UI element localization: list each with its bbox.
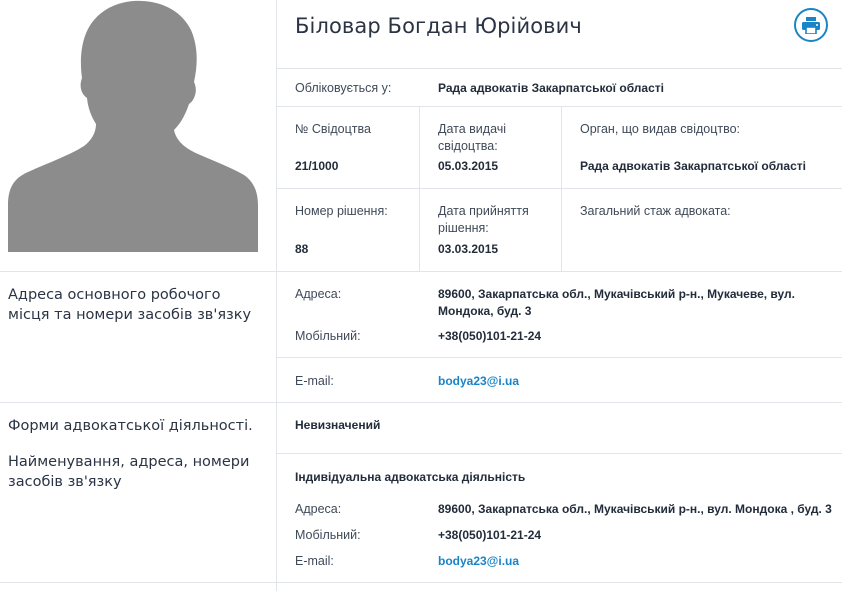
registered-label: Обліковується у: (295, 81, 392, 95)
work-mobile-value: +38(050)101-21-24 (438, 329, 542, 343)
practice-email-label: E-mail: (295, 554, 334, 568)
practice-mobile-label: Мобільний: (295, 528, 361, 542)
practice-email-link[interactable]: bodya23@i.ua (438, 553, 519, 570)
practice-forms-title: Форми адвокатської діяльності. (8, 418, 253, 434)
issuer-label: Орган, що видав свідоцтво: (580, 122, 741, 136)
work-mobile-label: Мобільний: (295, 329, 361, 343)
work-address-value: 89600, Закарпатська обл., Мукачівський р… (438, 287, 795, 318)
work-email-label: E-mail: (295, 374, 334, 388)
person-silhouette-icon (8, 0, 258, 252)
page-title: Біловар Богдан Юрійович (295, 14, 582, 38)
practice-form-undefined: Невизначений (295, 418, 381, 432)
decision-number-label: Номер рішення: (295, 204, 388, 218)
practice-address-value: 89600, Закарпатська обл., Мукачівський р… (438, 502, 832, 516)
work-address-section-title: Адреса основного робочого місця та номер… (8, 287, 252, 323)
certificate-number-value: 21/1000 (295, 159, 339, 173)
print-button[interactable] (794, 8, 828, 42)
practice-mobile-value: +38(050)101-21-24 (438, 528, 542, 542)
practice-address-label: Адреса: (295, 502, 342, 516)
decision-number-value: 88 (295, 242, 309, 256)
issuer-value: Рада адвокатів Закарпатської області (580, 159, 806, 173)
practice-contacts-title: Найменування, адреса, номери засобів зв'… (8, 454, 250, 490)
work-address-label: Адреса: (295, 287, 342, 301)
experience-label: Загальний стаж адвоката: (580, 204, 731, 218)
practice-form-individual: Індивідуальна адвокатська діяльність (295, 470, 526, 484)
issue-date-label: Дата видачі свідоцтва: (438, 122, 507, 153)
registered-value: Рада адвокатів Закарпатської області (438, 81, 664, 95)
decision-date-value: 03.03.2015 (438, 242, 499, 256)
decision-date-label: Дата прийняття рішення: (438, 204, 529, 235)
work-email-link[interactable]: bodya23@i.ua (438, 373, 519, 390)
avatar (8, 0, 258, 252)
certificate-number-label: № Свідоцтва (295, 122, 371, 136)
printer-icon (802, 16, 820, 34)
issue-date-value: 05.03.2015 (438, 159, 499, 173)
